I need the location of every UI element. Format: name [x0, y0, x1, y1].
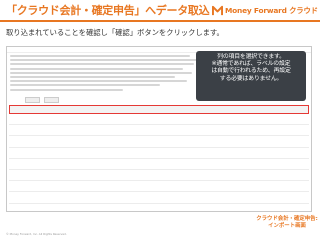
copyright-text: © Money Forward, Inc. All Rights Reserve…	[6, 232, 67, 236]
text-line	[10, 75, 176, 78]
screen-button[interactable]	[25, 97, 40, 103]
callout-box: 列の項目を選択できます。 ※通常であれば、ラベルの設定 は自動で行われるため、再…	[196, 51, 306, 101]
callout-text: 列の項目を選択できます。 ※通常であれば、ラベルの設定 は自動で行われるため、再…	[198, 54, 304, 83]
page-title: 「クラウド会計・確定申告」へデータ取込	[6, 4, 210, 17]
header-divider	[0, 20, 320, 22]
table-row	[9, 136, 309, 148]
money-forward-logo-icon	[212, 5, 223, 15]
callout-line: する必要はありません。	[219, 75, 283, 82]
screen-button-row	[25, 97, 63, 103]
text-line	[10, 63, 195, 66]
text-line	[10, 88, 123, 91]
column-label-row[interactable]	[9, 105, 309, 114]
text-line	[10, 59, 198, 62]
text-line	[10, 55, 191, 57]
table-row	[9, 170, 309, 182]
table-row	[9, 148, 309, 159]
text-line	[10, 84, 161, 87]
page-subtitle: 取り込まれていることを確認し「確認」ボタンをクリックします。	[6, 28, 224, 37]
screen-name-line: インポート画面	[268, 223, 306, 230]
callout-line: は自動で行われるため、再設定	[211, 68, 291, 75]
screen-name-label: クラウド会計・確定申告: インポート画面	[255, 216, 319, 231]
import-table	[9, 105, 309, 212]
table-row	[9, 159, 309, 170]
money-forward-logo: Money Forward クラウド	[212, 3, 318, 17]
table-row	[9, 125, 309, 137]
table-row	[9, 192, 309, 204]
logo-text: Money Forward クラウド	[225, 5, 318, 15]
table-row	[9, 114, 309, 126]
screen-button[interactable]	[44, 97, 59, 103]
table-row	[9, 181, 309, 193]
text-line	[10, 80, 187, 83]
table-row	[9, 204, 309, 212]
instruction-text-block	[10, 55, 198, 93]
text-line	[10, 67, 183, 70]
text-line	[10, 71, 193, 74]
